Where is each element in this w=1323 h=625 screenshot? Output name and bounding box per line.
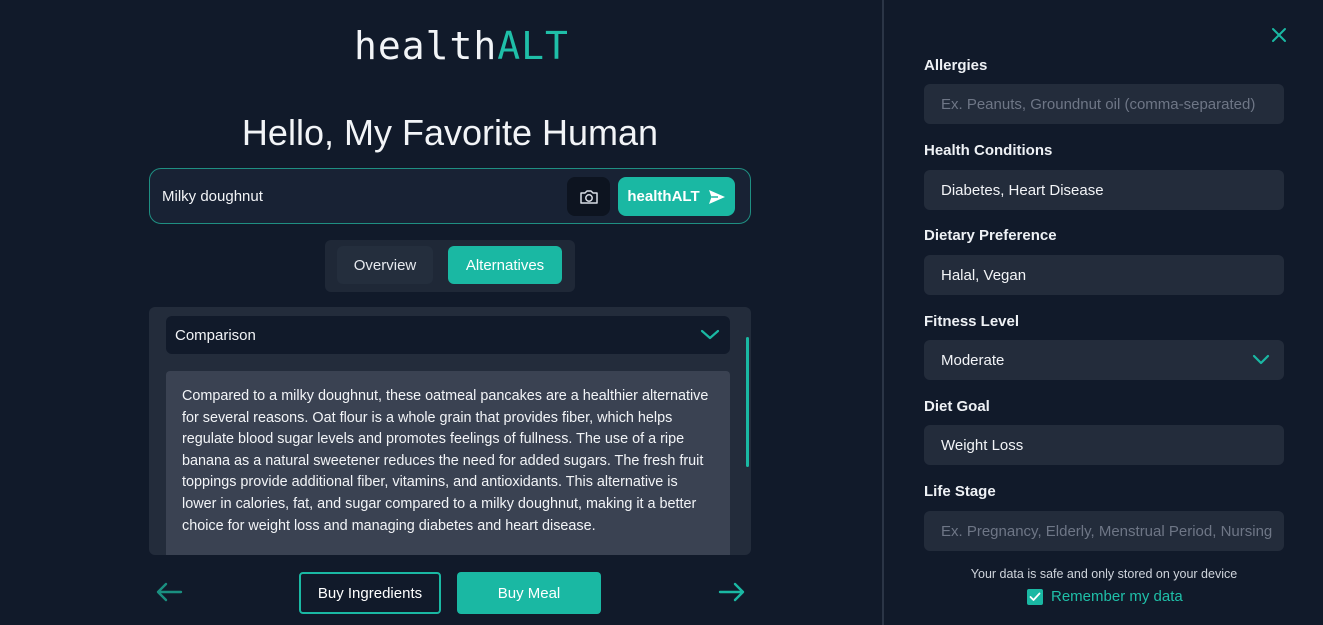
logo-part-alt: ALT: [497, 24, 569, 68]
dietary-preference-field[interactable]: [924, 255, 1284, 295]
chevron-down-icon: [1252, 354, 1270, 365]
dietary-preference-label: Dietary Preference: [924, 227, 1057, 244]
remember-my-data[interactable]: Remember my data: [1027, 588, 1183, 605]
comparison-title: Comparison: [175, 326, 256, 344]
life-stage-label: Life Stage: [924, 483, 996, 500]
fitness-level-value: Moderate: [941, 351, 1005, 369]
healthalt-search-button[interactable]: healthALT: [618, 177, 735, 216]
tab-overview[interactable]: Overview: [337, 246, 433, 284]
camera-button[interactable]: [567, 177, 610, 216]
view-tabs: Overview Alternatives: [325, 240, 575, 292]
remember-label: Remember my data: [1051, 588, 1183, 605]
page-title: Hello, My Favorite Human: [241, 112, 659, 153]
main-pane: healthALT Hello, My Favorite Human healt…: [0, 0, 883, 625]
buy-ingredients-button[interactable]: Buy Ingredients: [299, 572, 441, 614]
search-input[interactable]: [162, 177, 562, 215]
search-bar: healthALT: [149, 168, 751, 224]
health-conditions-label: Health Conditions: [924, 142, 1053, 159]
app: healthALT Hello, My Favorite Human healt…: [0, 0, 1323, 625]
chevron-down-icon: [700, 329, 720, 340]
content-scrollbar[interactable]: [746, 337, 749, 467]
life-stage-field[interactable]: [924, 511, 1284, 551]
send-icon: [708, 189, 725, 204]
arrow-left-icon[interactable]: [155, 580, 183, 604]
arrow-right-icon[interactable]: [718, 580, 746, 604]
fitness-level-label: Fitness Level: [924, 313, 1020, 330]
privacy-note: Your data is safe and only stored on you…: [970, 567, 1238, 581]
allergies-field[interactable]: [924, 84, 1284, 124]
logo-part-health: health: [354, 24, 498, 68]
check-icon: [1029, 592, 1041, 601]
alternatives-content: Comparison Compared to a milky doughnut,…: [149, 307, 751, 555]
search-button-label: healthALT: [627, 188, 700, 205]
health-conditions-field[interactable]: [924, 170, 1284, 210]
comparison-accordion-header[interactable]: Comparison: [166, 316, 730, 354]
diet-goal-label: Diet Goal: [924, 398, 990, 415]
logo: healthALT: [354, 24, 569, 68]
tab-alternatives[interactable]: Alternatives: [448, 246, 562, 284]
profile-panel: Allergies Health Conditions Dietary Pref…: [884, 0, 1323, 625]
comparison-text: Compared to a milky doughnut, these oatm…: [166, 371, 730, 555]
remember-checkbox[interactable]: [1027, 588, 1043, 605]
diet-goal-field[interactable]: [924, 425, 1284, 465]
close-icon[interactable]: [1270, 26, 1288, 44]
camera-icon: [579, 189, 598, 204]
allergies-label: Allergies: [924, 57, 988, 74]
fitness-level-select[interactable]: Moderate: [924, 340, 1284, 380]
buy-meal-button[interactable]: Buy Meal: [457, 572, 601, 614]
